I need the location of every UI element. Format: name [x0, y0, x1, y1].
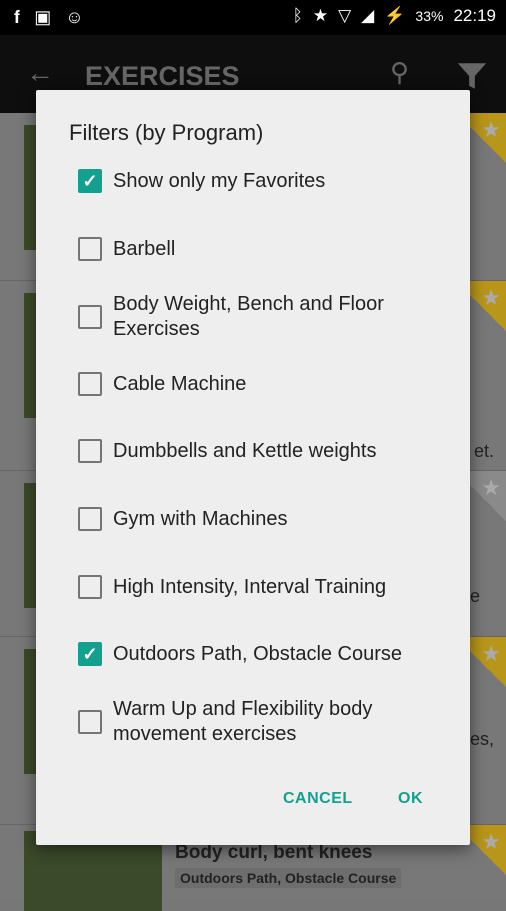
- favorite-ribbon[interactable]: ★: [466, 825, 506, 885]
- checkbox[interactable]: [78, 439, 102, 463]
- facebook-icon: 𝐟: [14, 7, 21, 27]
- star-icon: ★: [481, 641, 501, 666]
- option-label: Dumbbells and Kettle weights: [113, 439, 377, 462]
- favorite-ribbon[interactable]: ★: [466, 637, 506, 697]
- option-label: Barbell: [113, 237, 176, 260]
- filter-dialog: Filters (by Program) ✓ Show only my Favor…: [36, 90, 470, 845]
- cyanogen-icon: ☺: [65, 7, 84, 27]
- favorite-ribbon[interactable]: ★: [466, 471, 506, 531]
- battery-saver-icon: ⚡: [384, 6, 406, 25]
- lte-signal-icon: ◢: [361, 6, 375, 25]
- filter-option[interactable]: High Intensity, Interval Training: [78, 562, 458, 612]
- clock: 22:19: [453, 6, 496, 25]
- description-fragment: et.: [473, 441, 494, 461]
- favorite-ribbon[interactable]: ★: [466, 281, 506, 341]
- back-arrow-icon[interactable]: ←: [26, 57, 54, 89]
- star-icon: ★: [481, 475, 501, 500]
- option-label: Body Weight, Bench and Floor Exercises: [113, 293, 384, 340]
- filter-icon[interactable]: [455, 59, 489, 93]
- filter-option[interactable]: Barbell: [78, 224, 458, 274]
- ok-button[interactable]: OK: [398, 790, 423, 808]
- filter-option[interactable]: ✓ Outdoors Path, Obstacle Course: [78, 629, 458, 679]
- option-label: Outdoors Path, Obstacle Course: [113, 642, 403, 665]
- checkbox[interactable]: ✓: [78, 169, 102, 193]
- image-icon: ▣: [34, 7, 52, 27]
- option-label: Cable Machine: [113, 372, 247, 395]
- checkbox[interactable]: ✓: [78, 642, 102, 666]
- checkbox[interactable]: [78, 575, 102, 599]
- option-label: Warm Up and Flexibility body movement ex…: [113, 698, 373, 745]
- option-label: Show only my Favorites: [113, 169, 326, 192]
- checkbox[interactable]: [78, 305, 102, 329]
- checkbox[interactable]: [78, 710, 102, 734]
- checkbox[interactable]: [78, 237, 102, 261]
- program-tag: Outdoors Path, Obstacle Course: [175, 868, 402, 888]
- star-icon: ★: [481, 117, 501, 142]
- star-icon: ★: [481, 829, 501, 854]
- description-fragment: e: [469, 586, 480, 606]
- filter-option[interactable]: Warm Up and Flexibility body movement ex…: [78, 697, 458, 747]
- filter-option[interactable]: ✓ Show only my Favorites: [78, 156, 458, 206]
- filter-option[interactable]: Gym with Machines: [78, 494, 458, 544]
- search-icon[interactable]: ⚲: [390, 57, 409, 88]
- checkbox[interactable]: [78, 372, 102, 396]
- option-label: High Intensity, Interval Training: [113, 575, 387, 598]
- status-bar: 𝐟 ▣ ☺ ᛒ ★ ▽ ◢ ⚡ 33% 22:19: [0, 0, 506, 35]
- page-title: EXERCISES: [85, 61, 240, 91]
- wifi-icon: ▽: [338, 6, 352, 25]
- option-label: Gym with Machines: [113, 507, 288, 530]
- cancel-button[interactable]: CANCEL: [283, 790, 353, 808]
- dialog-title: Filters (by Program): [69, 120, 264, 145]
- filter-option[interactable]: Cable Machine: [78, 359, 458, 409]
- filter-option[interactable]: Body Weight, Bench and Floor Exercises: [78, 292, 458, 342]
- star-icon: ★: [312, 6, 329, 25]
- star-icon: ★: [481, 285, 501, 310]
- battery-percent: 33%: [415, 8, 444, 24]
- favorite-ribbon[interactable]: ★: [466, 113, 506, 173]
- description-fragment: es,: [469, 729, 494, 749]
- filter-option[interactable]: Dumbbells and Kettle weights: [78, 426, 458, 476]
- bluetooth-icon: ᛒ: [292, 6, 303, 25]
- checkbox[interactable]: [78, 507, 102, 531]
- exercise-title: Body curl, bent knees: [175, 842, 373, 863]
